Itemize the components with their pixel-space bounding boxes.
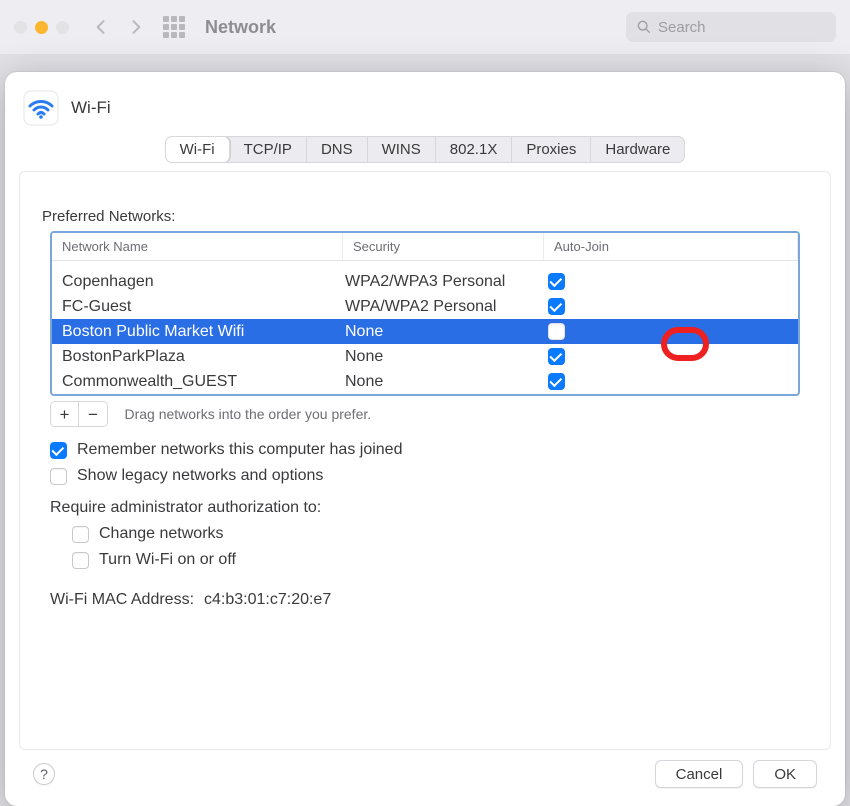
zoom-dot[interactable] <box>56 21 69 34</box>
search-placeholder: Search <box>658 19 706 36</box>
turn-wifi-label: Turn Wi-Fi on or off <box>99 551 236 569</box>
mac-address-label: Wi-Fi MAC Address: <box>50 591 194 609</box>
tab-wins[interactable]: WINS <box>368 137 436 162</box>
remember-networks-row[interactable]: Remember networks this computer has join… <box>50 441 800 459</box>
window-title: Network <box>205 17 618 38</box>
segmented-tabs: Wi-Fi TCP/IP DNS WINS 802.1X Proxies Har… <box>165 136 686 163</box>
admin-auth-label: Require administrator authorization to: <box>50 499 800 517</box>
sheet-header: Wi-Fi <box>5 72 845 136</box>
close-dot[interactable] <box>14 21 27 34</box>
network-name-cell: BostonParkPlaza <box>62 348 345 366</box>
col-auto-join[interactable]: Auto-Join <box>544 233 798 260</box>
network-autojoin-cell <box>545 273 788 290</box>
autojoin-checkbox[interactable] <box>548 323 565 340</box>
toolbar: Network Search <box>0 0 850 54</box>
col-security[interactable]: Security <box>343 233 544 260</box>
remember-networks-checkbox[interactable] <box>50 442 67 459</box>
network-name-cell: Copenhagen <box>62 273 345 291</box>
cancel-button[interactable]: Cancel <box>655 760 744 788</box>
legacy-networks-label: Show legacy networks and options <box>77 467 323 485</box>
table-row[interactable]: BostonParkPlazaNone <box>52 344 798 369</box>
autojoin-checkbox[interactable] <box>548 273 565 290</box>
tab-tcpip[interactable]: TCP/IP <box>230 137 307 162</box>
tab-wifi[interactable]: Wi-Fi <box>166 137 230 162</box>
mac-address-row: Wi-Fi MAC Address: c4:b3:01:c7:20:e7 <box>50 591 800 609</box>
table-row[interactable]: Boston Public Market WifiNone <box>52 319 798 344</box>
legacy-networks-checkbox[interactable] <box>50 468 67 485</box>
forward-button[interactable] <box>122 14 149 41</box>
tab-proxies[interactable]: Proxies <box>512 137 591 162</box>
inner-panel: Preferred Networks: Network Name Securit… <box>19 171 831 750</box>
network-autojoin-cell <box>545 323 788 340</box>
network-security-cell: WPA/WPA2 Personal <box>345 298 545 316</box>
table-row[interactable]: CopenhagenWPA2/WPA3 Personal <box>52 269 798 294</box>
network-security-cell: WPA2/WPA3 Personal <box>345 273 545 291</box>
network-name-cell: FC-Guest <box>62 298 345 316</box>
add-remove-control: + − <box>50 401 108 427</box>
col-network-name[interactable]: Network Name <box>52 233 343 260</box>
search-icon <box>636 19 652 35</box>
network-security-cell: None <box>345 373 545 391</box>
search-input[interactable]: Search <box>626 12 836 42</box>
turn-wifi-checkbox[interactable] <box>72 552 89 569</box>
autojoin-checkbox[interactable] <box>548 373 565 390</box>
preferred-networks-label: Preferred Networks: <box>42 208 800 225</box>
network-autojoin-cell <box>545 298 788 315</box>
sheet-title: Wi-Fi <box>71 98 111 118</box>
mac-address-value: c4:b3:01:c7:20:e7 <box>204 591 331 609</box>
back-button[interactable] <box>87 14 114 41</box>
autojoin-checkbox[interactable] <box>548 348 565 365</box>
network-security-cell: None <box>345 348 545 366</box>
remove-network-button[interactable]: − <box>79 402 107 426</box>
network-autojoin-cell <box>545 373 788 390</box>
turn-wifi-row[interactable]: Turn Wi-Fi on or off <box>72 551 800 569</box>
legacy-networks-row[interactable]: Show legacy networks and options <box>50 467 800 485</box>
sheet-footer: ? Cancel OK <box>5 760 845 788</box>
network-name-cell: Boston Public Market Wifi <box>62 323 345 341</box>
change-networks-checkbox[interactable] <box>72 526 89 543</box>
tab-hardware[interactable]: Hardware <box>591 137 684 162</box>
change-networks-row[interactable]: Change networks <box>72 525 800 543</box>
tab-8021x[interactable]: 802.1X <box>436 137 513 162</box>
change-networks-label: Change networks <box>99 525 224 543</box>
drag-hint: Drag networks into the order you prefer. <box>124 406 371 422</box>
remember-networks-label: Remember networks this computer has join… <box>77 441 402 459</box>
table-body: CopenhagenWPA2/WPA3 PersonalFC-GuestWPA/… <box>52 261 798 394</box>
minimize-dot[interactable] <box>35 21 48 34</box>
show-all-icon[interactable] <box>163 16 185 38</box>
add-network-button[interactable]: + <box>51 402 79 426</box>
network-name-cell: Commonwealth_GUEST <box>62 373 345 391</box>
wifi-advanced-sheet: Wi-Fi Wi-Fi TCP/IP DNS WINS 802.1X Proxi… <box>5 72 845 806</box>
wifi-icon <box>23 90 59 126</box>
help-button[interactable]: ? <box>33 763 55 785</box>
autojoin-checkbox[interactable] <box>548 298 565 315</box>
tab-dns[interactable]: DNS <box>307 137 368 162</box>
traffic-lights <box>14 21 69 34</box>
table-row[interactable]: Commonwealth_GUESTNone <box>52 369 798 394</box>
ok-button[interactable]: OK <box>753 760 817 788</box>
table-header: Network Name Security Auto-Join <box>52 233 798 261</box>
preferred-networks-table[interactable]: Network Name Security Auto-Join Copenhag… <box>50 231 800 396</box>
table-row[interactable] <box>52 261 798 269</box>
network-autojoin-cell <box>545 348 788 365</box>
table-row[interactable]: FC-GuestWPA/WPA2 Personal <box>52 294 798 319</box>
network-security-cell: None <box>345 323 545 341</box>
